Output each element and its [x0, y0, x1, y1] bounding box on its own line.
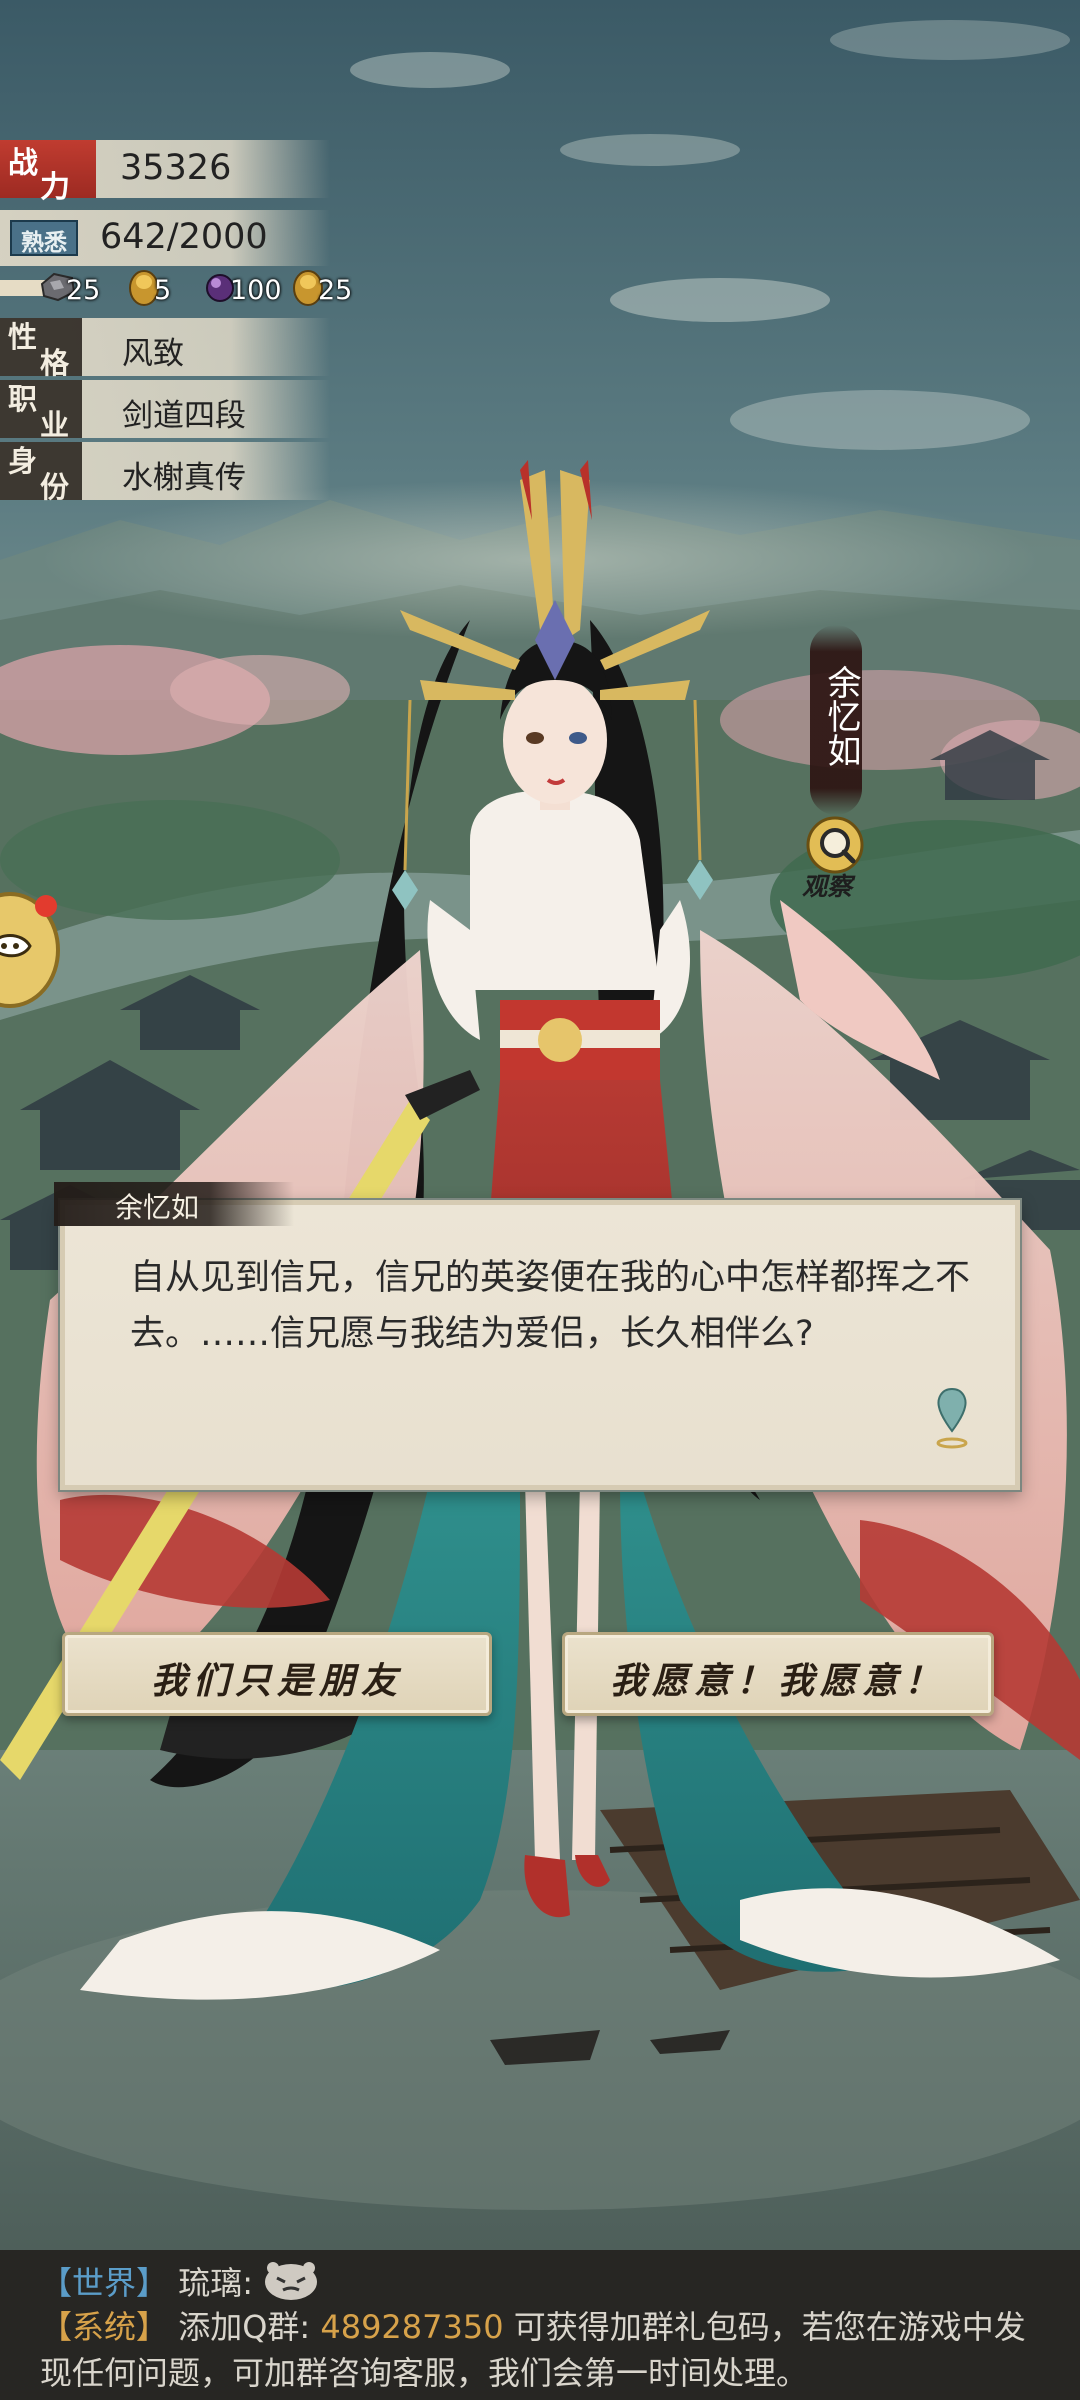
- world-channel-tag: 【世界】: [40, 2264, 169, 2302]
- chat-panel[interactable]: 【世界】 琉璃: 【系统】 添加Q群: 489287350 可获得加群礼包码，若…: [0, 2250, 1080, 2400]
- chat-line-system-cont: 现任何问题，可加群咨询客服，我们会第一时间处理。: [40, 2354, 809, 2392]
- choice-friends-label: 我们只是朋友: [150, 1660, 403, 1702]
- chat-username: 琉璃:: [178, 2264, 253, 2302]
- choice-friends-button[interactable]: 我们只是朋友: [62, 1632, 492, 1716]
- power-tag: 战 力: [0, 140, 96, 205]
- choice-accept-button[interactable]: 我愿意！我愿意！: [562, 1632, 994, 1716]
- identity-value: 水榭真传: [122, 460, 246, 496]
- observe-button[interactable]: 观察: [790, 815, 880, 905]
- chat-line-system: 【系统】 添加Q群: 489287350 可获得加群礼包码，若您在游戏中发: [40, 2308, 1026, 2346]
- dialogue-text: 自从见到信兄，信兄的英姿便在我的心中怎样都挥之不去。……信兄愿与我结为爱侣，长久…: [130, 1258, 971, 1354]
- magnifier-icon: [806, 816, 864, 874]
- personality-value: 风致: [122, 336, 184, 372]
- system-channel-tag: 【系统】: [40, 2308, 169, 2346]
- resource-bar: 25 5 100 25: [0, 270, 360, 306]
- chat-bubble-icon: [0, 892, 60, 1008]
- power-row: 战 力 35326: [0, 140, 330, 205]
- choice-accept-label: 我愿意！我愿意！: [609, 1660, 946, 1702]
- identity-row: 身 份 水榭真传: [0, 442, 330, 504]
- power-value: 35326: [120, 148, 232, 188]
- profession-row: 职 业 剑道四段: [0, 380, 330, 442]
- dialogue-speaker: 余忆如: [115, 1191, 200, 1224]
- character-name-banner: 余忆如: [810, 625, 862, 815]
- chat-bubble-button[interactable]: [0, 888, 60, 1012]
- dialogue-box[interactable]: 余忆如 自从见到信兄，信兄的英姿便在我的心中怎样都挥之不去。……信兄愿与我结为爱…: [54, 1182, 1020, 1490]
- observe-label: 观察: [802, 872, 853, 901]
- qq-group-number: 489287350: [320, 2308, 504, 2346]
- familiarity-value: 642/2000: [100, 217, 268, 257]
- personality-row: 性 格 风致: [0, 318, 330, 380]
- character-name: 余忆如: [821, 665, 861, 767]
- continue-marker-icon: [936, 1387, 968, 1449]
- profession-value: 剑道四段: [122, 398, 246, 434]
- familiarity-tag: 熟悉: [10, 220, 78, 256]
- familiarity-row: 熟悉 642/2000: [0, 210, 330, 266]
